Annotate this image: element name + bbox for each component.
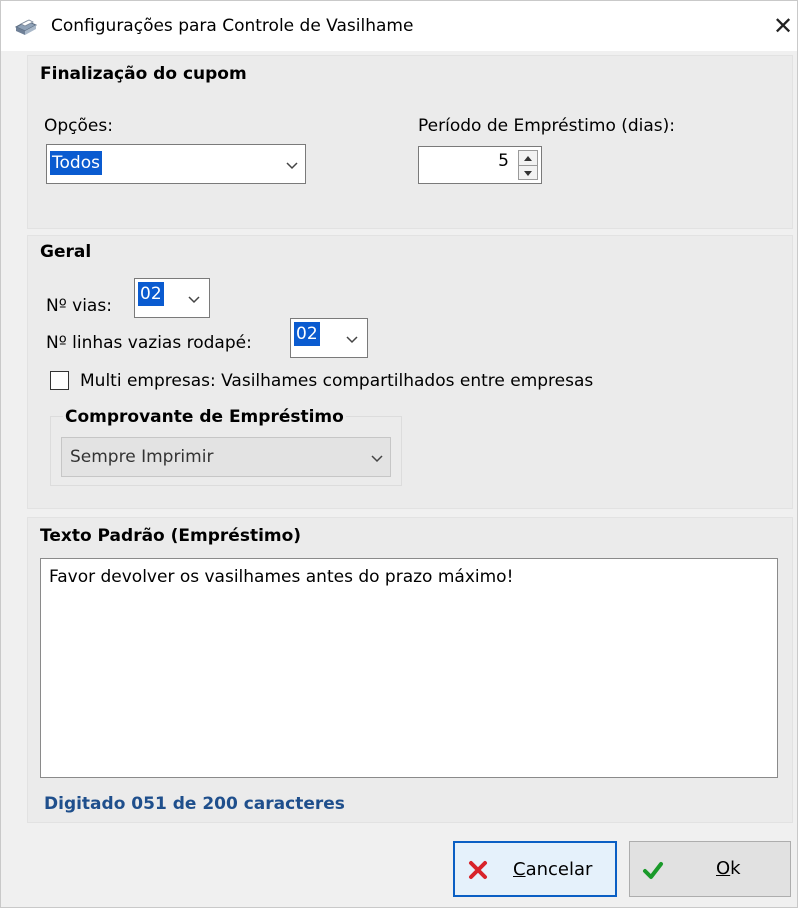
chevron-down-icon[interactable] <box>370 453 384 463</box>
close-icon <box>469 861 487 879</box>
multi-empresas-checkbox[interactable] <box>50 371 69 390</box>
finalizacao-panel: Finalização do cupom Opções: Todos Perío… <box>27 55 793 229</box>
periodo-value: 5 <box>498 151 509 171</box>
texto-panel: Texto Padrão (Empréstimo) Favor devolver… <box>27 517 793 823</box>
linhas-select[interactable]: 02 <box>290 318 368 358</box>
texto-title: Texto Padrão (Empréstimo) <box>40 526 302 546</box>
window-title: Configurações para Controle de Vasilhame <box>51 16 414 36</box>
character-counter: Digitado 051 de 200 caracteres <box>44 794 345 814</box>
chevron-down-icon[interactable] <box>345 334 359 344</box>
printer-icon <box>14 19 38 35</box>
cancel-button[interactable]: Cancelar <box>453 841 617 897</box>
chevron-down-icon[interactable] <box>285 160 299 170</box>
geral-title: Geral <box>40 242 92 262</box>
texto-padrao-textarea[interactable]: Favor devolver os vasilhames antes do pr… <box>40 558 778 778</box>
periodo-label: Período de Empréstimo (dias): <box>418 116 676 136</box>
comprovante-select[interactable]: Sempre Imprimir <box>61 437 391 477</box>
comprovante-group: Comprovante de Empréstimo Sempre Imprimi… <box>50 407 402 486</box>
close-icon[interactable]: ✕ <box>769 11 797 41</box>
comprovante-title: Comprovante de Empréstimo <box>63 407 346 427</box>
finalizacao-title: Finalização do cupom <box>40 64 247 84</box>
ok-label: Ok <box>716 858 741 879</box>
title-bar: Configurações para Controle de Vasilhame… <box>1 1 797 51</box>
spinner-buttons <box>518 150 538 180</box>
dialog-window: Configurações para Controle de Vasilhame… <box>0 0 798 908</box>
chevron-down-icon[interactable] <box>187 294 201 304</box>
ok-button[interactable]: Ok <box>629 841 791 897</box>
linhas-value: 02 <box>294 322 320 346</box>
comprovante-value: Sempre Imprimir <box>70 447 214 467</box>
vias-label: Nº vias: <box>46 296 112 316</box>
opcoes-value: Todos <box>50 151 102 175</box>
spin-up-button[interactable] <box>519 151 537 166</box>
arrow-down-icon <box>524 171 532 176</box>
opcoes-label: Opções: <box>44 116 113 136</box>
linhas-label: Nº linhas vazias rodapé: <box>46 333 252 353</box>
multi-empresas-label: Multi empresas: Vasilhames compartilhado… <box>80 371 594 391</box>
opcoes-select[interactable]: Todos <box>46 144 306 184</box>
vias-value: 02 <box>138 282 164 306</box>
arrow-up-icon <box>524 156 532 161</box>
cancel-label: Cancelar <box>513 859 593 880</box>
geral-panel: Geral Nº vias: 02 Nº linhas vazias rodap… <box>27 235 793 509</box>
spin-down-button[interactable] <box>519 165 537 179</box>
checkmark-icon <box>643 862 663 879</box>
vias-select[interactable]: 02 <box>134 278 210 318</box>
periodo-spinner[interactable]: 5 <box>418 146 542 184</box>
